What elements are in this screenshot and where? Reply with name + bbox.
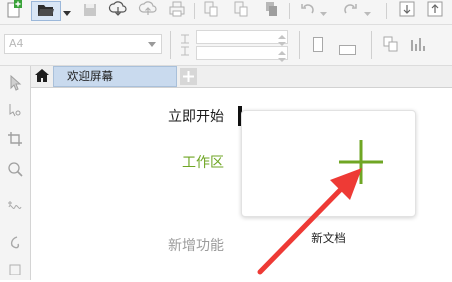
zoom-tool[interactable] <box>0 158 30 184</box>
cloud-upload-icon <box>138 1 158 21</box>
toolbox <box>0 66 31 280</box>
redo-dropdown[interactable] <box>362 1 372 21</box>
rectangle-icon <box>7 259 23 279</box>
crop-icon <box>7 131 23 151</box>
page-layout-icon[interactable] <box>410 36 426 56</box>
dropdown-arrow-icon <box>319 2 327 21</box>
pointer-arrow-icon <box>8 74 22 95</box>
zoom-in-button[interactable] <box>396 1 418 21</box>
freehand-tool[interactable] <box>0 196 30 222</box>
nav-get-started[interactable]: 立即开始 <box>104 106 224 126</box>
toolbar-separator <box>289 3 290 19</box>
cloud-upload-button[interactable] <box>137 1 159 21</box>
zoom-in-icon <box>399 1 415 21</box>
open-document-button[interactable] <box>31 1 61 21</box>
print-icon <box>169 1 185 21</box>
artistic-media-tool[interactable] <box>0 232 30 258</box>
shape-node-icon <box>7 102 23 122</box>
new-document-button[interactable] <box>3 0 25 22</box>
cloud-download-icon <box>108 1 128 21</box>
toolbar-separator <box>170 31 171 59</box>
undo-dropdown[interactable] <box>318 1 328 21</box>
portrait-icon[interactable] <box>313 37 323 56</box>
property-bar: A4 <box>0 25 452 66</box>
paper-size-select[interactable]: A4 <box>4 34 162 54</box>
all-pages-icon[interactable] <box>383 36 399 56</box>
crop-tool[interactable] <box>0 128 30 154</box>
toolbar-separator <box>299 31 300 59</box>
toolbar-separator <box>194 3 195 19</box>
shape-tool[interactable] <box>0 99 30 125</box>
freehand-curve-icon <box>7 199 23 219</box>
dropdown-arrow-icon <box>63 2 71 21</box>
home-icon <box>35 67 49 86</box>
zoom-out-icon <box>427 1 443 21</box>
document-tab-strip: 欢迎屏幕 <box>31 66 452 88</box>
chevron-down-icon <box>148 42 156 47</box>
paper-size-value: A4 <box>9 37 24 50</box>
print-button[interactable] <box>166 1 188 21</box>
nav-get-started-label: 立即开始 <box>168 109 224 125</box>
cloud-download-button[interactable] <box>107 1 129 21</box>
page-height-field[interactable] <box>196 46 288 60</box>
export-button[interactable] <box>230 1 252 21</box>
magnifier-icon <box>7 161 23 181</box>
tab-welcome-screen[interactable]: 欢迎屏幕 <box>53 66 177 87</box>
page-dimensions-icon <box>179 33 191 61</box>
nav-new-features[interactable]: 新增功能 <box>104 235 224 255</box>
annotation-arrow-icon <box>257 168 362 275</box>
save-button[interactable] <box>80 1 100 21</box>
open-folder-icon <box>37 2 55 21</box>
rectangle-tool[interactable] <box>0 256 30 282</box>
height-stepper-icon[interactable] <box>278 47 286 66</box>
undo-button[interactable] <box>296 1 318 21</box>
redo-button[interactable] <box>340 1 362 21</box>
page-width-field[interactable] <box>196 30 288 44</box>
import-button[interactable] <box>200 1 222 21</box>
redo-icon <box>343 1 359 21</box>
publish-button[interactable] <box>260 1 282 21</box>
new-document-icon <box>6 0 22 22</box>
toolbar-separator <box>386 3 387 19</box>
zoom-out-button[interactable] <box>424 1 446 21</box>
brush-stroke-icon <box>7 235 23 255</box>
open-dropdown[interactable] <box>61 1 73 21</box>
publish-icon <box>263 1 279 21</box>
home-tab[interactable] <box>31 66 53 87</box>
plus-icon <box>183 67 194 86</box>
landscape-icon[interactable] <box>339 40 356 59</box>
import-icon <box>203 1 219 21</box>
tab-welcome-label: 欢迎屏幕 <box>67 69 113 83</box>
toolbar-separator <box>371 31 372 59</box>
pick-tool[interactable] <box>0 72 30 98</box>
save-icon <box>83 2 97 21</box>
nav-workspace-label: 工作区 <box>182 155 224 171</box>
nav-workspace[interactable]: 工作区 <box>104 152 224 172</box>
new-tab-button[interactable] <box>180 68 197 85</box>
standard-toolbar <box>0 0 452 25</box>
dropdown-arrow-icon <box>363 2 371 21</box>
export-icon <box>233 1 249 21</box>
nav-new-features-label: 新增功能 <box>168 238 224 254</box>
undo-icon <box>299 1 315 21</box>
